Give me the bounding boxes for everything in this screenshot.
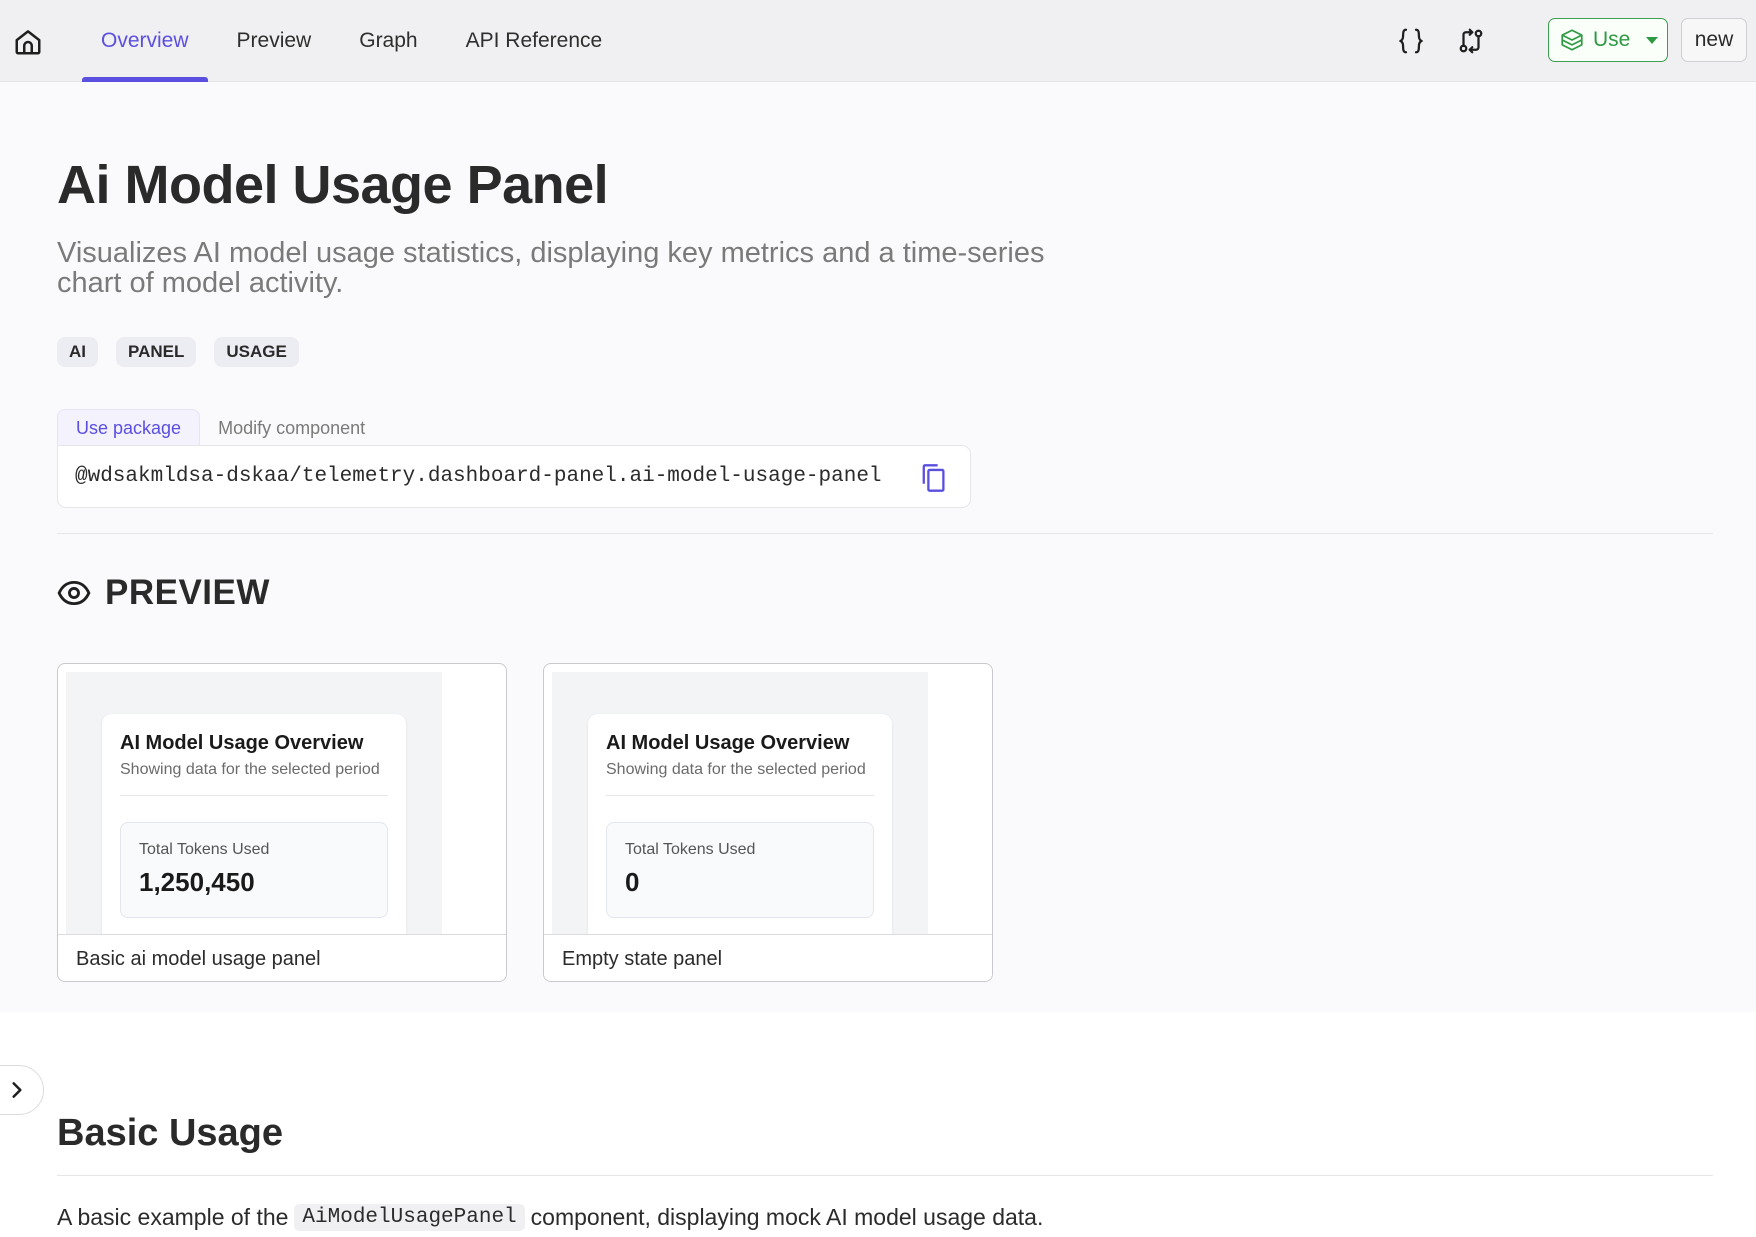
chevron-down-icon xyxy=(1646,36,1659,44)
metric-value: 0 xyxy=(625,867,640,897)
compare-icon xyxy=(1459,28,1483,54)
home-icon xyxy=(15,30,41,55)
preview-thumbnail: AI Model Usage Overview Showing data for… xyxy=(552,672,928,934)
compare-button[interactable] xyxy=(1452,22,1490,60)
package-command-box: @wdsakmldsa-dskaa/telemetry.dashboard-pa… xyxy=(57,445,971,508)
metric-label: Total Tokens Used xyxy=(625,841,756,858)
tab-graph[interactable]: Graph xyxy=(340,0,436,82)
sidebar-expand-button[interactable] xyxy=(0,1065,44,1115)
mini-usage-panel: AI Model Usage Overview Showing data for… xyxy=(102,714,406,934)
overview-content: Ai Model Usage Panel Visualizes AI model… xyxy=(0,82,1756,1012)
package-tabs: Use package Modify component xyxy=(57,409,383,447)
use-dropdown-button[interactable]: Use xyxy=(1548,18,1668,62)
top-nav-bar: Overview Preview Graph API Reference Use… xyxy=(0,0,1756,82)
preview-thumbnail: AI Model Usage Overview Showing data for… xyxy=(66,672,442,934)
metric-value: 1,250,450 xyxy=(139,867,255,897)
package-command[interactable]: @wdsakmldsa-dskaa/telemetry.dashboard-pa… xyxy=(75,465,882,488)
home-button[interactable] xyxy=(10,24,46,60)
eye-icon xyxy=(57,580,91,606)
tag-ai[interactable]: AI xyxy=(57,337,98,367)
section-divider xyxy=(57,1175,1713,1176)
tag-panel[interactable]: PANEL xyxy=(116,337,197,367)
code-button[interactable] xyxy=(1392,22,1430,60)
tag-list: AI PANEL USAGE xyxy=(57,337,299,367)
basic-usage-text: A basic example of the AiModelUsagePanel… xyxy=(57,1204,1043,1231)
metric-card: Total Tokens Used 1,250,450 xyxy=(120,822,388,918)
card-caption: Empty state panel xyxy=(544,934,992,981)
preview-title: PREVIEW xyxy=(105,573,270,612)
metric-label: Total Tokens Used xyxy=(139,841,270,858)
nav-tabs: Overview Preview Graph API Reference xyxy=(82,0,631,82)
basic-usage-text-before: A basic example of the xyxy=(57,1204,289,1230)
preview-card-basic[interactable]: AI Model Usage Overview Showing data for… xyxy=(57,663,507,982)
chevron-right-icon xyxy=(12,1082,22,1098)
new-button[interactable]: new xyxy=(1681,18,1747,62)
copy-button[interactable] xyxy=(916,461,950,495)
mini-divider xyxy=(606,795,874,796)
package-icon xyxy=(1561,29,1583,51)
page-title: Ai Model Usage Panel xyxy=(57,155,609,215)
tag-usage[interactable]: USAGE xyxy=(214,337,299,367)
mini-divider xyxy=(120,795,388,796)
tab-api-reference[interactable]: API Reference xyxy=(447,0,622,82)
mini-panel-subtitle: Showing data for the selected period xyxy=(120,761,380,778)
use-button-label: Use xyxy=(1593,28,1631,51)
inline-code: AiModelUsagePanel xyxy=(294,1204,525,1231)
mini-panel-title: AI Model Usage Overview xyxy=(606,732,850,754)
page-description: Visualizes AI model usage statistics, di… xyxy=(57,237,1045,299)
tab-overview[interactable]: Overview xyxy=(82,0,208,82)
tab-preview[interactable]: Preview xyxy=(218,0,331,82)
basic-usage-text-after: component, displaying mock AI model usag… xyxy=(530,1204,1044,1230)
preview-card-empty[interactable]: AI Model Usage Overview Showing data for… xyxy=(543,663,993,982)
mini-panel-title: AI Model Usage Overview xyxy=(120,732,364,754)
copy-icon xyxy=(922,464,945,492)
preview-heading: PREVIEW xyxy=(57,573,270,613)
metric-card: Total Tokens Used 0 xyxy=(606,822,874,918)
code-braces-icon xyxy=(1399,28,1423,54)
basic-usage-title: Basic Usage xyxy=(57,1112,284,1154)
mini-panel-subtitle: Showing data for the selected period xyxy=(606,761,866,778)
tab-use-package[interactable]: Use package xyxy=(57,409,201,447)
card-caption: Basic ai model usage panel xyxy=(58,934,506,981)
section-divider xyxy=(57,533,1713,534)
tab-modify-component[interactable]: Modify component xyxy=(200,409,383,447)
mini-usage-panel: AI Model Usage Overview Showing data for… xyxy=(588,714,892,934)
